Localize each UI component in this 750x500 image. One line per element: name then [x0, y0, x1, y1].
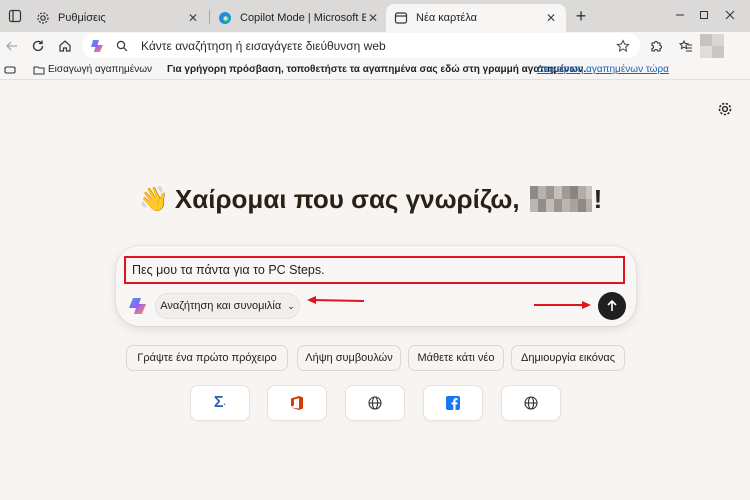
- quick-link-globe-2[interactable]: [501, 385, 561, 421]
- newtab-icon: [394, 11, 408, 25]
- extensions-icon[interactable]: [646, 36, 666, 56]
- favorite-star-icon[interactable]: [615, 38, 631, 54]
- new-tab-button[interactable]: +: [571, 7, 591, 27]
- close-icon[interactable]: ✕: [544, 11, 558, 25]
- suggestion-chip-learn[interactable]: Μάθετε κάτι νέο: [408, 345, 504, 371]
- tab-settings[interactable]: Ρυθμίσεις ✕: [28, 4, 208, 32]
- tab-title: Copilot Mode | Microsoft Edge: [240, 12, 366, 24]
- address-input[interactable]: Κάντε αναζήτηση ή εισαγάγετε διεύθυνση w…: [141, 39, 615, 53]
- annotation-arrow-left: [307, 296, 365, 304]
- greeting-heading: 👋 Χαίρομαι που σας γνωρίζω, !: [139, 182, 602, 216]
- chevron-down-icon: ⌄: [287, 300, 295, 311]
- back-icon[interactable]: [2, 36, 22, 56]
- globe-icon: [524, 396, 538, 410]
- quick-link-office[interactable]: [267, 385, 327, 421]
- gear-icon: [36, 11, 50, 25]
- office-icon: [291, 396, 303, 410]
- send-button[interactable]: [598, 292, 626, 320]
- minimize-icon[interactable]: [670, 6, 690, 24]
- close-icon[interactable]: ✕: [366, 11, 380, 25]
- tab-title: Ρυθμίσεις: [58, 12, 106, 24]
- tab-title: Νέα καρτέλα: [416, 12, 478, 24]
- tab-actions-icon[interactable]: [4, 6, 26, 26]
- quick-link-facebook[interactable]: [423, 385, 483, 421]
- address-bar[interactable]: Κάντε αναζήτηση ή εισαγάγετε διεύθυνση w…: [82, 33, 640, 58]
- copilot-icon[interactable]: [89, 38, 105, 54]
- profile-avatar[interactable]: [700, 34, 724, 58]
- redacted-name: [529, 186, 592, 212]
- edge-icon: [218, 11, 232, 25]
- sigma-icon: Σ·: [213, 394, 227, 411]
- tab-new-tab[interactable]: Νέα καρτέλα ✕: [386, 4, 566, 32]
- greeting-suffix: !: [593, 183, 603, 214]
- waving-hand-icon: 👋: [139, 185, 169, 213]
- favorites-icon[interactable]: [676, 36, 696, 56]
- refresh-icon[interactable]: [28, 36, 48, 56]
- tab-strip: Ρυθμίσεις ✕ Copilot Mode | Microsoft Edg…: [0, 0, 750, 32]
- chat-input[interactable]: Πες μου τα πάντα για το PC Steps.: [124, 256, 625, 284]
- maximize-icon[interactable]: [694, 6, 714, 24]
- mode-label: Αναζήτηση και συνομιλία: [160, 300, 282, 312]
- close-icon[interactable]: ✕: [186, 11, 200, 25]
- close-window-icon[interactable]: [720, 6, 740, 24]
- facebook-icon: [446, 396, 460, 410]
- suggestion-chip-draft[interactable]: Γράψτε ένα πρώτο πρόχειρο: [126, 345, 288, 371]
- import-favorites-button[interactable]: Εισαγωγή αγαπημένων: [48, 64, 152, 75]
- quick-link-sigma[interactable]: Σ·: [190, 385, 250, 421]
- annotation-arrow-right: [534, 301, 591, 309]
- search-icon: [115, 39, 129, 53]
- navigation-toolbar: Κάντε αναζήτηση ή εισαγάγετε διεύθυνση w…: [0, 32, 750, 60]
- quick-link-globe-1[interactable]: [345, 385, 405, 421]
- favorites-message: Για γρήγορη πρόσβαση, τοποθετήστε τα αγα…: [167, 64, 587, 75]
- copilot-logo-icon: [128, 296, 148, 316]
- folder-import-icon: [33, 64, 45, 76]
- page-settings-gear-icon[interactable]: [716, 100, 734, 118]
- manage-favorites-link[interactable]: Διαχείριση αγαπημένων τώρα: [537, 64, 669, 75]
- home-icon[interactable]: [55, 36, 75, 56]
- mode-selector-button[interactable]: Αναζήτηση και συνομιλία ⌄: [155, 293, 300, 319]
- favorites-bar: Εισαγωγή αγαπημένων Για γρήγορη πρόσβαση…: [0, 60, 750, 80]
- globe-icon: [368, 396, 382, 410]
- sidebar-toggle-icon[interactable]: [4, 64, 16, 76]
- arrow-up-icon: [607, 299, 617, 311]
- greeting-text: Χαίρομαι που σας γνωρίζω,: [174, 183, 520, 214]
- suggestion-chip-image[interactable]: Δημιουργία εικόνας: [511, 345, 625, 371]
- tab-copilot-mode[interactable]: Copilot Mode | Microsoft Edge ✕: [210, 4, 388, 32]
- suggestion-chip-tips[interactable]: Λήψη συμβουλών: [297, 345, 401, 371]
